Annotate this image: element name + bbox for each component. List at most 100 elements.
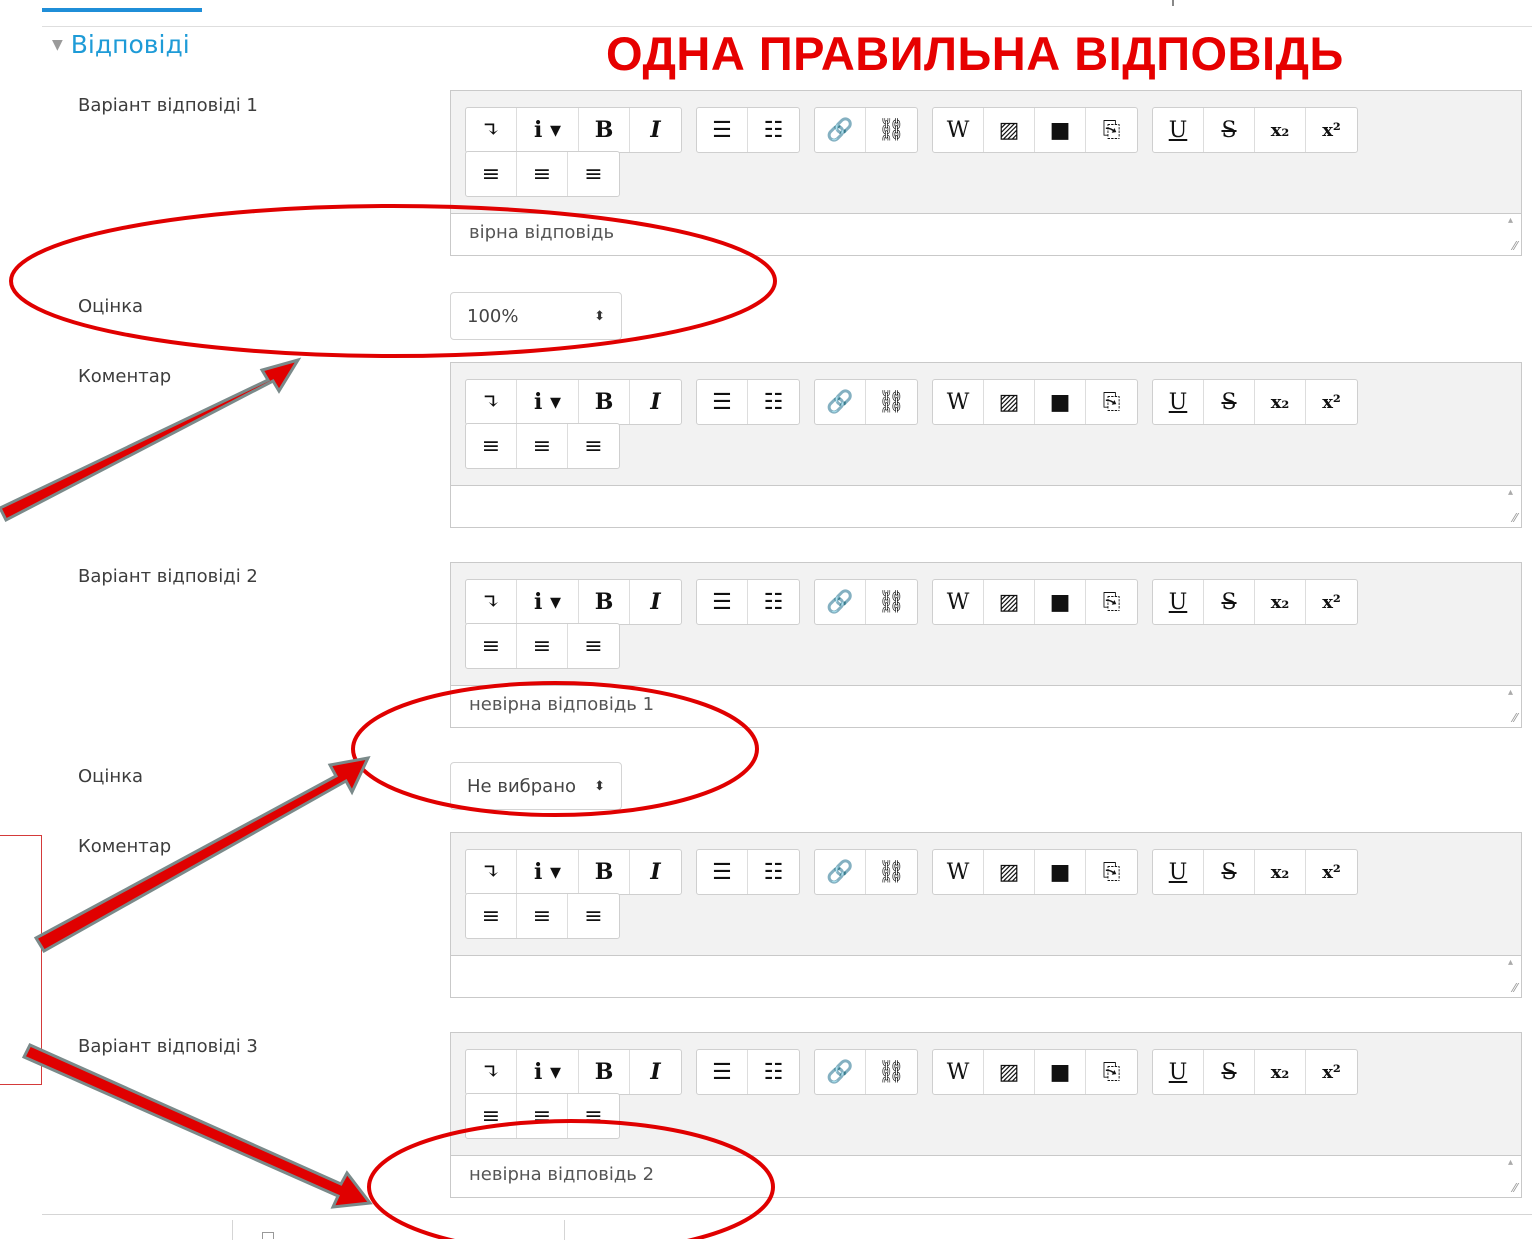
link-icon[interactable]: 🔗	[815, 850, 866, 894]
align-center-icon[interactable]: ≡	[517, 152, 568, 196]
align-right-icon[interactable]: ≡	[568, 424, 619, 468]
grade-2-select[interactable]: Не вибрано ⬍	[450, 762, 622, 810]
answer-3-editor[interactable]: ↴ i ▾ B I ☰ ☷ 🔗 ⛓ W ▨ ■ ⎘ U Sx₂ x² ≡ ≡ ≡ невірна відповідь…	[450, 1032, 1522, 1198]
unlink-icon[interactable]: ⛓	[866, 1050, 917, 1094]
unordered-list-icon[interactable]: ☰	[697, 580, 748, 624]
answers-section-header[interactable]: ▼ Відповіді	[52, 30, 190, 59]
underline-icon[interactable]: U	[1153, 580, 1204, 624]
info-dropdown-icon[interactable]: i ▾	[517, 380, 579, 424]
unordered-list-icon[interactable]: ☰	[697, 850, 748, 894]
insert-image-icon[interactable]: ▨	[984, 1050, 1035, 1094]
subscript-icon[interactable]: x₂	[1255, 850, 1306, 894]
link-icon[interactable]: 🔗	[815, 580, 866, 624]
align-center-icon[interactable]: ≡	[517, 1094, 568, 1138]
insert-image-icon[interactable]: ▨	[984, 850, 1035, 894]
subscript-icon[interactable]: x₂	[1255, 380, 1306, 424]
info-dropdown-icon[interactable]: i ▾	[517, 108, 579, 152]
insert-word-icon[interactable]: W	[933, 108, 984, 152]
toggle-toolbar-icon[interactable]: ↴	[466, 850, 517, 894]
align-left-icon[interactable]: ≡	[466, 894, 517, 938]
insert-media-icon[interactable]: ■	[1035, 380, 1086, 424]
link-icon[interactable]: 🔗	[815, 108, 866, 152]
insert-word-icon[interactable]: W	[933, 580, 984, 624]
subscript-icon[interactable]: x₂	[1255, 580, 1306, 624]
ordered-list-icon[interactable]: ☷	[748, 850, 799, 894]
underline-icon[interactable]: U	[1153, 1050, 1204, 1094]
strikethrough-icon[interactable]: S	[1204, 850, 1255, 894]
superscript-icon[interactable]: x²	[1306, 108, 1357, 152]
align-center-icon[interactable]: ≡	[517, 424, 568, 468]
align-right-icon[interactable]: ≡	[568, 152, 619, 196]
insert-word-icon[interactable]: W	[933, 380, 984, 424]
strikethrough-icon[interactable]: S	[1204, 580, 1255, 624]
manage-files-icon[interactable]: ⎘	[1086, 850, 1137, 894]
resize-handle-icon[interactable]: ⁄⁄	[1513, 981, 1517, 995]
editor-text-area[interactable]: ▴ ⁄⁄	[451, 955, 1521, 997]
resize-handle-icon[interactable]: ⁄⁄	[1513, 711, 1517, 725]
insert-word-icon[interactable]: W	[933, 1050, 984, 1094]
strikethrough-icon[interactable]: S	[1204, 108, 1255, 152]
superscript-icon[interactable]: x²	[1306, 380, 1357, 424]
strikethrough-icon[interactable]: S	[1204, 1050, 1255, 1094]
insert-word-icon[interactable]: W	[933, 850, 984, 894]
unlink-icon[interactable]: ⛓	[866, 108, 917, 152]
align-center-icon[interactable]: ≡	[517, 624, 568, 668]
answer-1-editor[interactable]: ↴ i ▾ B I ☰ ☷ 🔗 ⛓ W ▨ ■ ⎘ U Sx₂ x² ≡ ≡ ≡ вірна відповідь ▴ ⁄…	[450, 90, 1522, 256]
ordered-list-icon[interactable]: ☷	[748, 108, 799, 152]
editor-text-area[interactable]: невірна відповідь 1 ▴ ⁄⁄	[451, 685, 1521, 727]
info-dropdown-icon[interactable]: i ▾	[517, 1050, 579, 1094]
strikethrough-icon[interactable]: S	[1204, 380, 1255, 424]
underline-icon[interactable]: U	[1153, 108, 1204, 152]
superscript-icon[interactable]: x²	[1306, 580, 1357, 624]
superscript-icon[interactable]: x²	[1306, 1050, 1357, 1094]
link-icon[interactable]: 🔗	[815, 380, 866, 424]
italic-icon[interactable]: I	[630, 380, 681, 424]
align-left-icon[interactable]: ≡	[466, 1094, 517, 1138]
manage-files-icon[interactable]: ⎘	[1086, 380, 1137, 424]
underline-icon[interactable]: U	[1153, 850, 1204, 894]
italic-icon[interactable]: I	[630, 580, 681, 624]
insert-image-icon[interactable]: ▨	[984, 580, 1035, 624]
info-dropdown-icon[interactable]: i ▾	[517, 850, 579, 894]
subscript-icon[interactable]: x₂	[1255, 1050, 1306, 1094]
align-right-icon[interactable]: ≡	[568, 1094, 619, 1138]
bold-icon[interactable]: B	[579, 580, 630, 624]
insert-media-icon[interactable]: ■	[1035, 580, 1086, 624]
insert-media-icon[interactable]: ■	[1035, 108, 1086, 152]
underline-icon[interactable]: U	[1153, 380, 1204, 424]
unlink-icon[interactable]: ⛓	[866, 380, 917, 424]
ordered-list-icon[interactable]: ☷	[748, 580, 799, 624]
align-right-icon[interactable]: ≡	[568, 894, 619, 938]
insert-image-icon[interactable]: ▨	[984, 108, 1035, 152]
align-center-icon[interactable]: ≡	[517, 894, 568, 938]
unordered-list-icon[interactable]: ☰	[697, 1050, 748, 1094]
feedback-2-editor[interactable]: ↴ i ▾ B I ☰ ☷ 🔗 ⛓ W ▨ ■ ⎘ U Sx₂ x² ≡ ≡ ≡ ▴ ⁄⁄	[450, 832, 1522, 998]
ordered-list-icon[interactable]: ☷	[748, 1050, 799, 1094]
insert-media-icon[interactable]: ■	[1035, 850, 1086, 894]
superscript-icon[interactable]: x²	[1306, 850, 1357, 894]
editor-text-area[interactable]: вірна відповідь ▴ ⁄⁄	[451, 213, 1521, 255]
bold-icon[interactable]: B	[579, 108, 630, 152]
resize-handle-icon[interactable]: ⁄⁄	[1513, 1181, 1517, 1195]
subscript-icon[interactable]: x₂	[1255, 108, 1306, 152]
manage-files-icon[interactable]: ⎘	[1086, 108, 1137, 152]
unlink-icon[interactable]: ⛓	[866, 580, 917, 624]
editor-text-area[interactable]: ▴ ⁄⁄	[451, 485, 1521, 527]
toggle-toolbar-icon[interactable]: ↴	[466, 108, 517, 152]
unordered-list-icon[interactable]: ☰	[697, 380, 748, 424]
italic-icon[interactable]: I	[630, 850, 681, 894]
ordered-list-icon[interactable]: ☷	[748, 380, 799, 424]
feedback-1-editor[interactable]: ↴ i ▾ B I ☰ ☷ 🔗 ⛓ W ▨ ■ ⎘ U Sx₂ x² ≡ ≡ ≡ ▴ ⁄⁄	[450, 362, 1522, 528]
manage-files-icon[interactable]: ⎘	[1086, 1050, 1137, 1094]
italic-icon[interactable]: I	[630, 108, 681, 152]
grade-1-select[interactable]: 100% ⬍	[450, 292, 622, 340]
bold-icon[interactable]: B	[579, 380, 630, 424]
manage-files-icon[interactable]: ⎘	[1086, 580, 1137, 624]
toggle-toolbar-icon[interactable]: ↴	[466, 380, 517, 424]
align-right-icon[interactable]: ≡	[568, 624, 619, 668]
answer-2-editor[interactable]: ↴ i ▾ B I ☰ ☷ 🔗 ⛓ W ▨ ■ ⎘ U Sx₂ x² ≡ ≡ ≡ невірна відповідь…	[450, 562, 1522, 728]
align-left-icon[interactable]: ≡	[466, 424, 517, 468]
align-left-icon[interactable]: ≡	[466, 152, 517, 196]
editor-text-area[interactable]: невірна відповідь 2 ▴ ⁄⁄	[451, 1155, 1521, 1197]
bold-icon[interactable]: B	[579, 1050, 630, 1094]
